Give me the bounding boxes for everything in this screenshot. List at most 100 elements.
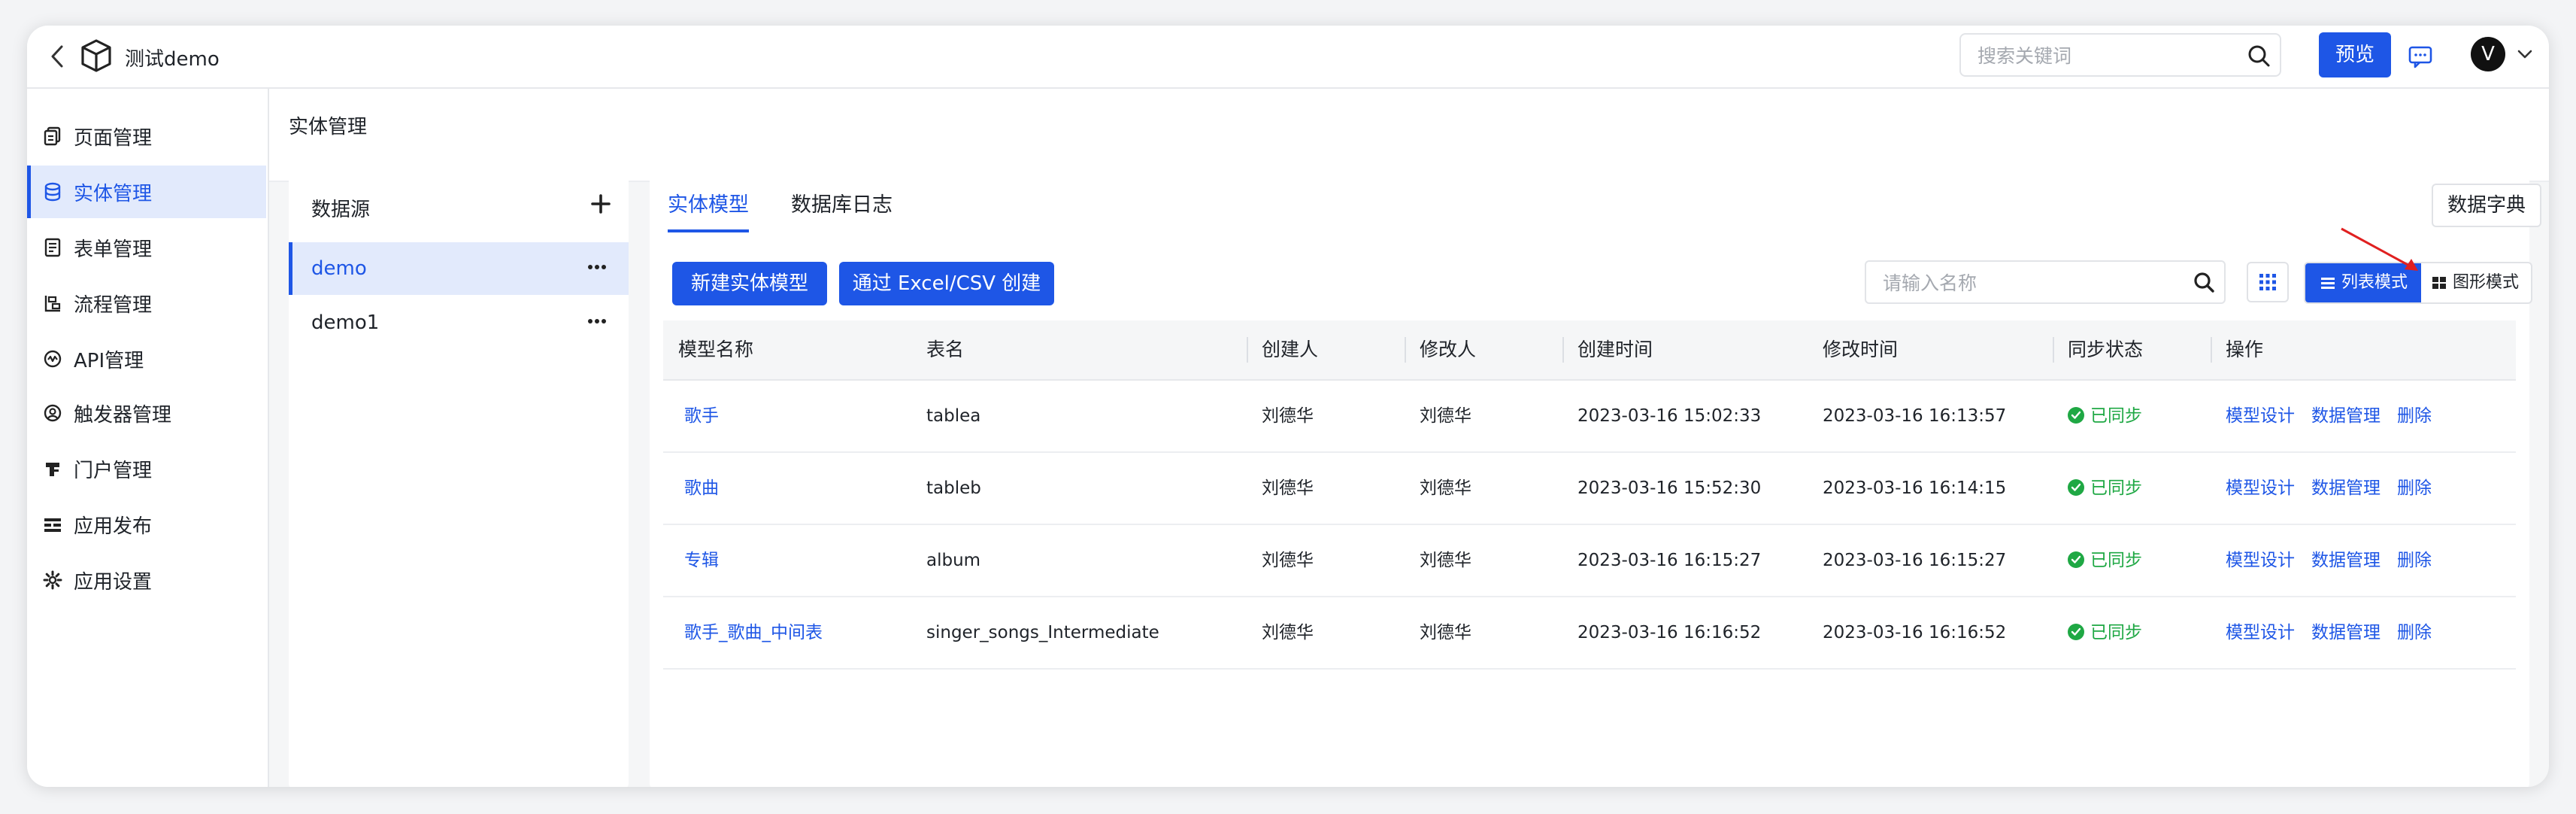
table-row: 歌手_歌曲_中间表 singer_songs_Intermediate 刘德华 … [663, 597, 2516, 670]
sidebar-item-label: API管理 [74, 349, 144, 372]
user-avatar[interactable]: V [2471, 37, 2505, 71]
list-mode-label: 列表模式 [2341, 273, 2408, 292]
grid-toggle-button[interactable] [2247, 262, 2289, 302]
form-icon [44, 238, 61, 257]
row-actions: 模型设计 数据管理 删除 [2211, 453, 2448, 524]
global-search[interactable] [1959, 33, 2281, 77]
created-time: 2023-03-16 16:16:52 [1577, 623, 1762, 642]
column-header: 同步状态 [2053, 320, 2211, 379]
sidebar-item-flows[interactable]: 流程管理 [27, 277, 266, 330]
data-dictionary-button[interactable]: 数据字典 [2432, 184, 2541, 227]
pages-icon [44, 126, 61, 146]
check-circle-icon [2068, 406, 2084, 424]
column-header: 创建时间 [1562, 320, 1808, 379]
back-arrow-icon[interactable] [42, 39, 72, 74]
graph-icon [2432, 277, 2446, 289]
modifier: 刘德华 [1420, 551, 1471, 570]
model-design-link[interactable]: 模型设计 [2226, 406, 2295, 426]
created-time: 2023-03-16 16:15:27 [1577, 551, 1762, 570]
search-icon[interactable] [2193, 271, 2215, 293]
more-icon[interactable] [586, 316, 608, 327]
delete-link[interactable]: 删除 [2397, 623, 2432, 642]
sync-status: 已同步 [2053, 597, 2142, 668]
app-title: 测试demo [125, 48, 220, 71]
column-header: 操作 [2211, 320, 2516, 379]
graph-mode-label: 图形模式 [2453, 273, 2520, 292]
column-header: 修改时间 [1823, 339, 1899, 360]
sidebar-item-settings[interactable]: 应用设置 [27, 554, 266, 606]
sidebar-item-label: 页面管理 [74, 126, 153, 150]
sidebar-item-label: 应用设置 [74, 570, 153, 594]
data-manage-link[interactable]: 数据管理 [2311, 551, 2381, 570]
new-model-button[interactable]: 新建实体模型 [672, 262, 827, 305]
creator: 刘德华 [1262, 623, 1314, 642]
model-name-link[interactable]: 歌手 [669, 381, 719, 451]
modified-time: 2023-03-16 16:16:52 [1823, 623, 2007, 642]
search-icon[interactable] [2247, 44, 2271, 68]
sidebar-item-label: 实体管理 [74, 182, 153, 205]
flow-icon [44, 296, 61, 312]
model-name-link[interactable]: 专辑 [669, 525, 719, 596]
tab-db-log[interactable]: 数据库日志 [791, 188, 893, 217]
delete-link[interactable]: 删除 [2397, 478, 2432, 498]
plus-icon[interactable] [589, 193, 612, 215]
sidebar-item-api[interactable]: API管理 [27, 333, 266, 385]
table-row: 歌曲 tableb 刘德华 刘德华 2023-03-16 15:52:30 20… [663, 453, 2516, 525]
table-name: tableb [926, 478, 981, 498]
row-actions: 模型设计 数据管理 删除 [2211, 381, 2448, 451]
data-manage-link[interactable]: 数据管理 [2311, 406, 2381, 426]
table-name: singer_songs_Intermediate [926, 623, 1159, 642]
message-icon[interactable] [2408, 44, 2433, 69]
datasource-item-demo[interactable]: demo [289, 242, 629, 295]
list-mode-button[interactable]: 列表模式 [2305, 263, 2421, 302]
name-search[interactable] [1865, 260, 2226, 304]
modifier: 刘德华 [1420, 623, 1471, 642]
created-time: 2023-03-16 15:52:30 [1577, 478, 1762, 498]
global-search-input[interactable] [1976, 35, 2235, 77]
data-manage-link[interactable]: 数据管理 [2311, 478, 2381, 498]
model-name-link[interactable]: 歌曲 [669, 453, 719, 524]
modified-time: 2023-03-16 16:14:15 [1823, 478, 2007, 498]
creator: 刘德华 [1262, 406, 1314, 426]
sidebar-item-label: 表单管理 [74, 238, 153, 261]
cube-icon [81, 39, 111, 72]
sidebar-item-label: 门户管理 [74, 459, 153, 482]
portal-icon [46, 463, 59, 476]
sidebar: 页面管理 实体管理 表单管理 流程管理 API管理 触发器管理 门户管理 应用发… [27, 89, 269, 787]
entity-panel: 实体模型 数据库日志 数据字典 新建实体模型 通过 Excel/CSV 创建 请… [650, 172, 2541, 787]
sidebar-item-entity[interactable]: 实体管理 [27, 166, 266, 218]
sidebar-item-triggers[interactable]: 触发器管理 [27, 387, 266, 439]
sync-status-label: 已同步 [2090, 623, 2142, 642]
sidebar-item-pages[interactable]: 页面管理 [27, 110, 266, 162]
model-design-link[interactable]: 模型设计 [2226, 478, 2295, 498]
table-row: 专辑 album 刘德华 刘德华 2023-03-16 16:15:27 202… [663, 525, 2516, 597]
creator: 刘德华 [1262, 551, 1314, 570]
datasource-label: demo [311, 257, 367, 280]
delete-link[interactable]: 删除 [2397, 406, 2432, 426]
data-manage-link[interactable]: 数据管理 [2311, 623, 2381, 642]
sync-status-label: 已同步 [2090, 551, 2142, 570]
model-design-link[interactable]: 模型设计 [2226, 551, 2295, 570]
sidebar-item-publish[interactable]: 应用发布 [27, 498, 266, 551]
model-design-link[interactable]: 模型设计 [2226, 623, 2295, 642]
name-search-input[interactable] [1881, 262, 2185, 304]
import-csv-button[interactable]: 通过 Excel/CSV 创建 [839, 262, 1054, 305]
app-window: 测试demo 预览 V 页面管理 [27, 26, 2549, 787]
tab-entity-model[interactable]: 实体模型 [668, 188, 749, 232]
datasource-item-demo1[interactable]: demo1 [289, 296, 629, 349]
check-circle-icon [2068, 551, 2084, 568]
delete-link[interactable]: 删除 [2397, 551, 2432, 570]
sidebar-item-portal[interactable]: 门户管理 [27, 442, 266, 495]
page-title: 实体管理 [289, 116, 368, 138]
model-name-link[interactable]: 歌手_歌曲_中间表 [669, 597, 823, 668]
sync-status: 已同步 [2053, 453, 2142, 524]
chevron-down-icon[interactable] [2516, 47, 2534, 62]
sidebar-item-forms[interactable]: 表单管理 [27, 221, 266, 274]
graph-mode-button[interactable]: 图形模式 [2421, 263, 2531, 302]
more-icon[interactable] [586, 262, 608, 272]
trigger-icon [44, 404, 62, 422]
check-circle-icon [2068, 478, 2084, 496]
sidebar-item-label: 触发器管理 [74, 403, 172, 427]
preview-button[interactable]: 预览 [2319, 32, 2391, 77]
table-header: 模型名称 表名 创建人 修改人 创建时间 修改时间 同步状态 操作 [663, 320, 2516, 381]
